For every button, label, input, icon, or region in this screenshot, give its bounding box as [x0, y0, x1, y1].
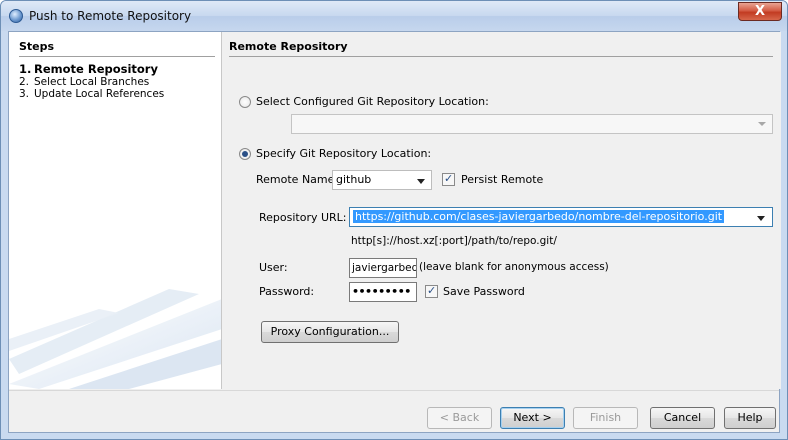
configured-location-label: Select Configured Git Repository Locatio… [256, 95, 489, 108]
chevron-down-icon [757, 216, 765, 221]
save-password-label: Save Password [443, 285, 525, 298]
step-label: Update Local References [34, 88, 165, 100]
steps-divider [19, 56, 215, 57]
steps-title: Steps [19, 40, 55, 53]
dialog-body: Steps 1. Remote Repository 2. Select Local… [8, 31, 781, 433]
repository-url-label: Repository URL: [259, 211, 347, 224]
persist-remote-label: Persist Remote [461, 173, 544, 186]
help-button[interactable]: Help [724, 407, 776, 429]
step-item-update-local-references: 3. Update Local References [19, 88, 164, 100]
step-item-remote-repository: 1. Remote Repository [19, 62, 164, 76]
close-button[interactable]: X [738, 2, 782, 21]
step-label: Remote Repository [34, 62, 158, 76]
next-button[interactable]: Next > [500, 407, 565, 429]
steps-panel: Steps 1. Remote Repository 2. Select Local… [9, 32, 222, 389]
step-item-select-local-branches: 2. Select Local Branches [19, 76, 164, 88]
remote-name-combo[interactable]: github [332, 170, 432, 190]
footer-divider [9, 390, 779, 391]
panel-title: Remote Repository [229, 40, 348, 53]
step-label: Select Local Branches [34, 76, 150, 88]
panel-divider [229, 56, 773, 57]
finish-button[interactable]: Finish [573, 407, 638, 429]
remote-name-value: github [336, 173, 372, 186]
step-number: 1. [19, 62, 32, 76]
configured-location-combo[interactable] [291, 114, 773, 134]
window-title: Push to Remote Repository [29, 9, 192, 23]
title-bar[interactable]: Push to Remote Repository X [1, 1, 787, 31]
proxy-configuration-button[interactable]: Proxy Configuration... [261, 321, 399, 343]
remote-repository-panel: Remote Repository Select Configured Git … [229, 32, 781, 389]
netbeans-app-icon [9, 9, 23, 23]
user-value: javiergarbedo [352, 262, 416, 274]
repository-url-value: https://github.com/clases-javiergarbedo/… [353, 210, 725, 223]
user-label: User: [259, 261, 288, 274]
cancel-button[interactable]: Cancel [650, 407, 715, 429]
password-value: ••••••••• [352, 285, 411, 298]
specify-location-label: Specify Git Repository Location: [256, 147, 432, 160]
wizard-decoration-graphic [9, 289, 221, 389]
step-number: 3. [19, 88, 30, 100]
configured-location-radio[interactable] [239, 96, 251, 108]
repository-url-hint: http[s]://host.xz[:port]/path/to/repo.gi… [351, 235, 557, 247]
repository-url-combo[interactable]: https://github.com/clases-javiergarbedo/… [349, 207, 773, 227]
steps-list: 1. Remote Repository 2. Select Local Branc… [19, 62, 164, 100]
specify-location-radio[interactable] [239, 148, 251, 160]
user-hint: (leave blank for anonymous access) [419, 261, 609, 273]
chevron-down-icon [417, 179, 425, 184]
remote-name-label: Remote Name: [256, 173, 339, 186]
chevron-down-icon [758, 122, 766, 126]
push-dialog: Push to Remote Repository X Steps 1. Remo… [0, 0, 788, 440]
save-password-checkbox[interactable] [425, 284, 438, 298]
user-field[interactable]: javiergarbedo [349, 258, 417, 278]
password-field[interactable]: ••••••••• [349, 282, 417, 302]
back-button[interactable]: < Back [427, 407, 492, 429]
step-number: 2. [19, 76, 30, 88]
persist-remote-checkbox[interactable] [442, 172, 455, 186]
password-label: Password: [259, 285, 315, 298]
